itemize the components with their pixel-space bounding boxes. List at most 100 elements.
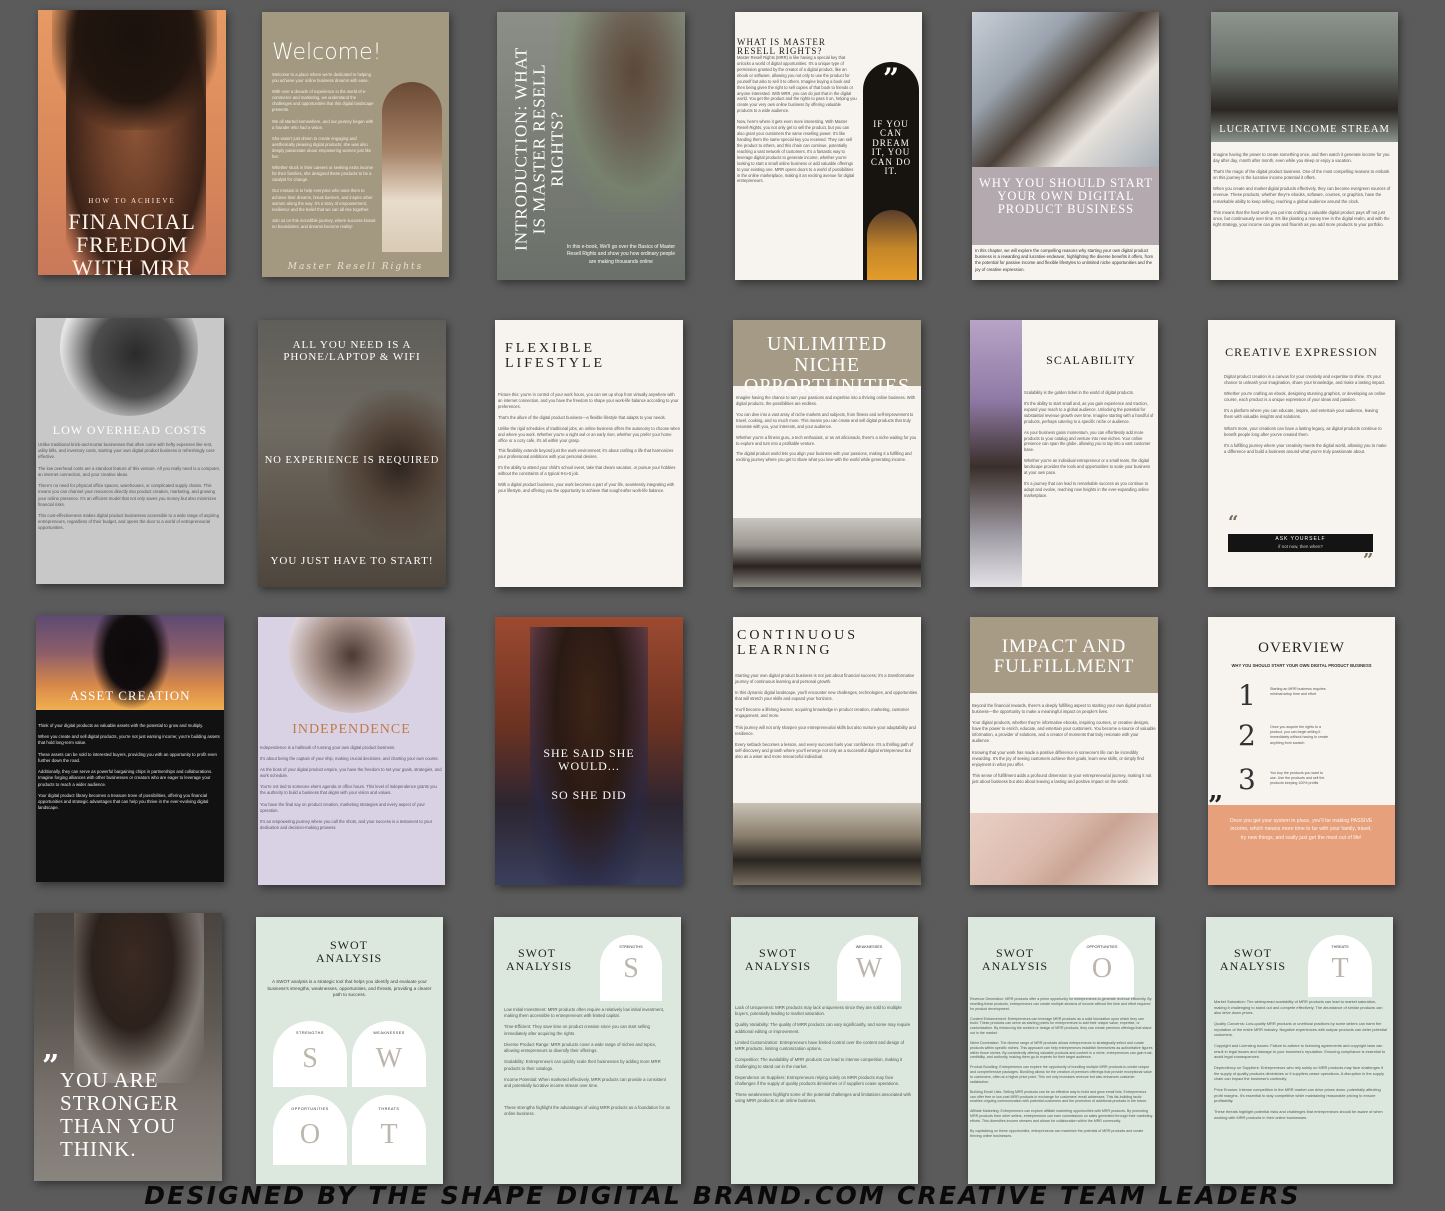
cont-title: CONTINUOUS LEARNING: [737, 628, 858, 658]
lucrative-title: LUCRATIVE INCOME STREAM: [1219, 124, 1390, 135]
t-body: Market Saturation: The widespread availa…: [1214, 999, 1387, 1120]
page-welcome[interactable]: Welcome! Welcome to a place where we're …: [262, 12, 449, 277]
s-body: Low Initial Investment: MRR products oft…: [504, 1007, 671, 1117]
intro-fern-photo: [557, 12, 685, 212]
welcome-body: Welcome to a place where we're dedicated…: [272, 72, 376, 229]
w-title: SWOT ANALYSIS: [744, 946, 812, 973]
niche-title: UNLIMITED NICHE OPPORTUNITIES: [743, 333, 911, 397]
creative-body: Digital product creation is a canvas for…: [1224, 374, 1387, 454]
t-letter: T: [1331, 953, 1349, 984]
overhead-title: LOW OVERHEAD COSTS: [52, 423, 208, 437]
indep-circle-photo: [288, 617, 416, 713]
page-swot-strengths[interactable]: SWOT ANALYSIS STRENGTHS S Low Initial In…: [494, 917, 681, 1184]
swot-letter-s: S: [302, 1043, 318, 1074]
flexible-body: Picture this: you're in control of your …: [498, 392, 680, 494]
o-label: OPPORTUNITIES: [1086, 945, 1118, 949]
page-intro[interactable]: INTRODUCTION: WHAT IS MASTER RESELL RIGH…: [497, 12, 685, 280]
cover-pretitle: HOW TO ACHIEVE: [88, 197, 176, 205]
page-flexible[interactable]: FLEXIBLE LIFESTYLE Picture this: you're …: [495, 320, 683, 587]
stronger-portrait-photo: [74, 913, 204, 1083]
what-quote-mark: ”: [883, 62, 900, 95]
scal-title: SCALABILITY: [1046, 353, 1136, 367]
page-overview[interactable]: OVERVIEW WHY YOU SHOULD START YOUR OWN D…: [1208, 617, 1395, 885]
swot-label-threats: THREATS: [378, 1107, 400, 1111]
asset-title: ASSET CREATION: [69, 688, 191, 703]
creative-quote-close: ”: [1363, 550, 1374, 571]
impact-body: Beyond the financial rewards, there's a …: [972, 703, 1156, 784]
what-portrait-photo: [867, 210, 917, 280]
overview-step-num-1: 1: [1238, 679, 1256, 712]
scal-photo: [970, 320, 1022, 587]
overview-quote-mark: ”: [1208, 791, 1223, 821]
page-continuous[interactable]: CONTINUOUS LEARNING Starting your own di…: [733, 617, 921, 885]
cont-photo: [733, 803, 921, 885]
intro-title: INTRODUCTION: WHAT IS MASTER RESELL RIGH…: [511, 46, 567, 251]
overview-step-text-1: Starting an MRR business requires minima…: [1270, 687, 1326, 697]
page-what-is-mrr[interactable]: WHAT IS MASTER RESELL RIGHTS? Master Res…: [735, 12, 922, 280]
page-stronger[interactable]: ” YOU ARE STRONGER THAN YOU THINK.: [34, 913, 222, 1181]
w-body: Lack of Uniqueness: MRR products may lac…: [735, 1005, 912, 1104]
swot-letter-t: T: [380, 1119, 398, 1150]
swot-label-strengths: STRENGTHS: [296, 1031, 324, 1035]
flexible-title: FLEXIBLE LIFESTYLE: [505, 341, 606, 371]
creative-ask: ASK YOURSELF: [1275, 536, 1326, 542]
page-all-you-need[interactable]: ALL YOU NEED IS A PHONE/LAPTOP & WIFI NO…: [258, 320, 446, 587]
footer-credit: DESIGNED BY THE SHAPE DIGITAL BRAND.COM …: [144, 1181, 1301, 1210]
intro-text: In this e-book, We'll go over the Basics…: [566, 244, 676, 265]
page-independence[interactable]: INDEPENDENCE Independence is a hallmark …: [258, 617, 445, 885]
lucrative-photo: [1211, 12, 1398, 142]
page-scalability[interactable]: SCALABILITY Scalability is the golden ti…: [970, 320, 1158, 587]
creative-ask-sub: if not now, then when?: [1278, 544, 1323, 549]
niche-body: Imagine having the chance to turn your p…: [736, 395, 917, 463]
impact-laptop-photo: [970, 813, 1158, 885]
swot-letter-o: O: [299, 1119, 321, 1150]
overview-step-text-2: Once you acquire the rights to a product…: [1270, 725, 1329, 745]
overview-quote: Once you get your system in place, you'l…: [1229, 818, 1373, 841]
page-why[interactable]: WHY YOU SHOULD START YOUR OWN DIGITAL PR…: [972, 12, 1159, 280]
niche-photo: [733, 518, 921, 587]
stronger-quote: YOU ARE STRONGER THAN YOU THINK.: [60, 1068, 179, 1162]
welcome-signature: Master Resell Rights: [287, 262, 424, 272]
page-cover[interactable]: HOW TO ACHIEVE FINANCIAL FREEDOM WITH MR…: [38, 10, 226, 275]
allyou-bottom: YOU JUST HAVE TO START!: [270, 555, 434, 567]
welcome-title: Welcome!: [272, 40, 382, 65]
swot-title: SWOT ANALYSIS: [316, 938, 383, 965]
welcome-arch-photo: [382, 82, 442, 252]
cover-title: FINANCIAL FREEDOM WITH MRR: [68, 209, 196, 275]
lucrative-body: Imagine having the power to create somet…: [1213, 152, 1391, 227]
swot-label-opportunities: OPPORTUNITIES: [291, 1107, 329, 1111]
overview-title: OVERVIEW: [1258, 640, 1345, 656]
page-asset[interactable]: ASSET CREATION Think of your digital pro…: [36, 615, 224, 882]
overview-step-num-3: 3: [1238, 763, 1256, 796]
w-label: WEAKNESSES: [855, 945, 883, 949]
page-creative[interactable]: CREATIVE EXPRESSION Digital product crea…: [1208, 320, 1395, 587]
o-title: SWOT ANALYSIS: [981, 946, 1049, 973]
impact-title: IMPACT AND FULFILLMENT: [993, 636, 1135, 677]
overview-step-num-2: 2: [1238, 719, 1256, 752]
page-swot-threats[interactable]: SWOT ANALYSIS THREATS T Market Saturatio…: [1206, 917, 1393, 1184]
overhead-circle-photo: [60, 318, 198, 416]
page-swot-weaknesses[interactable]: SWOT ANALYSIS WEAKNESSES W Lack of Uniqu…: [731, 917, 918, 1184]
allyou-mid: NO EXPERIENCE IS REQUIRED: [264, 455, 440, 466]
overview-subtitle: WHY YOU SHOULD START YOUR OWN DIGITAL PR…: [1231, 663, 1372, 668]
o-letter: O: [1091, 953, 1113, 984]
s-label: STRENGTHS: [619, 945, 643, 949]
page-swot-opportunities[interactable]: SWOT ANALYSIS OPPORTUNITIES O Revenue Ge…: [968, 917, 1155, 1184]
overview-step-text-3: You buy the products you want to use. Us…: [1270, 771, 1325, 786]
cover-hair: [52, 10, 217, 130]
page-niche[interactable]: UNLIMITED NICHE OPPORTUNITIES Imagine ha…: [733, 320, 921, 587]
page-she-said[interactable]: SHE SAID SHE WOULD... SO SHE DID: [495, 617, 683, 885]
t-title: SWOT ANALYSIS: [1219, 946, 1287, 973]
page-lucrative[interactable]: LUCRATIVE INCOME STREAM Imagine having t…: [1211, 12, 1398, 280]
page-low-overhead[interactable]: LOW OVERHEAD COSTS Unlike traditional br…: [36, 318, 224, 584]
swot-letter-w: W: [375, 1043, 403, 1074]
asset-body: Think of your digital products as valuab…: [38, 723, 220, 811]
t-label: THREATS: [1331, 945, 1349, 949]
swot-text: A SWOT analysis is a strategic tool that…: [267, 979, 432, 998]
why-title: WHY YOU SHOULD START YOUR OWN DIGITAL PR…: [979, 176, 1153, 217]
why-text: In this chapter, we will explore the com…: [975, 248, 1154, 272]
what-quote: IF YOU CAN DREAM IT, YOU CAN DO IT.: [870, 119, 912, 177]
s-letter: S: [623, 953, 639, 984]
page-impact[interactable]: IMPACT AND FULFILLMENT Beyond the financ…: [970, 617, 1158, 885]
page-swot[interactable]: SWOT ANALYSIS A SWOT analysis is a strat…: [256, 917, 443, 1184]
